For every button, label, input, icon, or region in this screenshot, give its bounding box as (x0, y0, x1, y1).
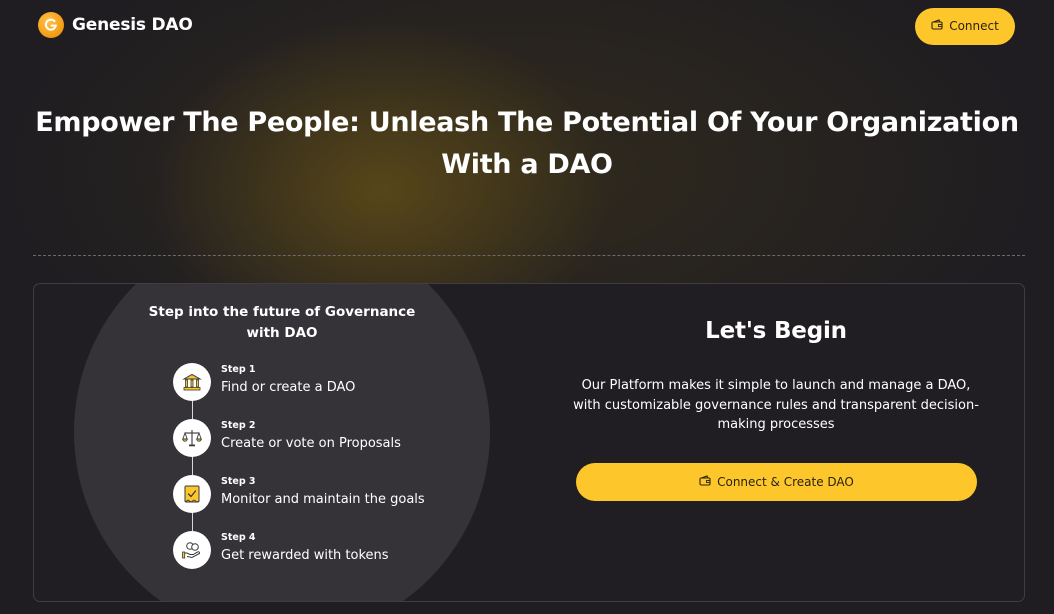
step-description: Monitor and maintain the goals (221, 492, 425, 507)
connect-button[interactable]: Connect (915, 7, 1015, 45)
step-label: Step 3 (221, 476, 256, 487)
coins-hand-icon (173, 531, 211, 569)
begin-title: Let's Begin (705, 318, 847, 344)
step-item-1: Step 1 Find or create a DAO (173, 363, 355, 401)
hero-title: Empower The People: Unleash The Potentia… (0, 102, 1054, 186)
begin-description-line-3: making processes (717, 417, 835, 432)
begin-description-line-1: Our Platform makes it simple to launch a… (581, 378, 971, 393)
hero-title-line-1: Empower The People: Unleash The Potentia… (35, 107, 1019, 138)
step-label: Step 4 (221, 532, 256, 543)
steps-title-line-2: with DAO (246, 325, 318, 341)
onboarding-card: Step into the future of Governance with … (33, 283, 1025, 602)
top-nav: Genesis DAO Connect (0, 0, 1054, 50)
step-item-4: Step 4 Get rewarded with tokens (173, 531, 389, 569)
checklist-icon (173, 475, 211, 513)
steps-title-line-1: Step into the future of Governance (148, 304, 416, 320)
connect-button-label: Connect (949, 19, 999, 33)
step-item-3: Step 3 Monitor and maintain the goals (173, 475, 425, 513)
connect-create-dao-label: Connect & Create DAO (717, 475, 854, 489)
step-description: Create or vote on Proposals (221, 436, 401, 451)
wallet-icon (931, 19, 943, 33)
step-label: Step 2 (221, 420, 256, 431)
begin-description-line-2: with customizable governance rules and t… (573, 397, 979, 413)
step-label: Step 1 (221, 364, 256, 375)
wallet-icon (699, 475, 711, 489)
scales-icon (173, 419, 211, 457)
step-description: Get rewarded with tokens (221, 548, 389, 563)
hero-title-line-2: With a DAO (441, 149, 613, 180)
step-item-2: Step 2 Create or vote on Proposals (173, 419, 401, 457)
step-description: Find or create a DAO (221, 380, 356, 395)
brand-name: Genesis DAO (72, 15, 193, 35)
steps-title: Step into the future of Governance with … (134, 302, 430, 344)
section-divider (33, 255, 1025, 256)
brand[interactable]: Genesis DAO (38, 12, 193, 38)
connect-create-dao-button[interactable]: Connect & Create DAO (576, 463, 977, 501)
genesis-logo-icon (38, 12, 64, 38)
steps-timeline (192, 376, 193, 556)
bank-icon (173, 363, 211, 401)
begin-description: Our Platform makes it simple to launch a… (569, 376, 983, 435)
